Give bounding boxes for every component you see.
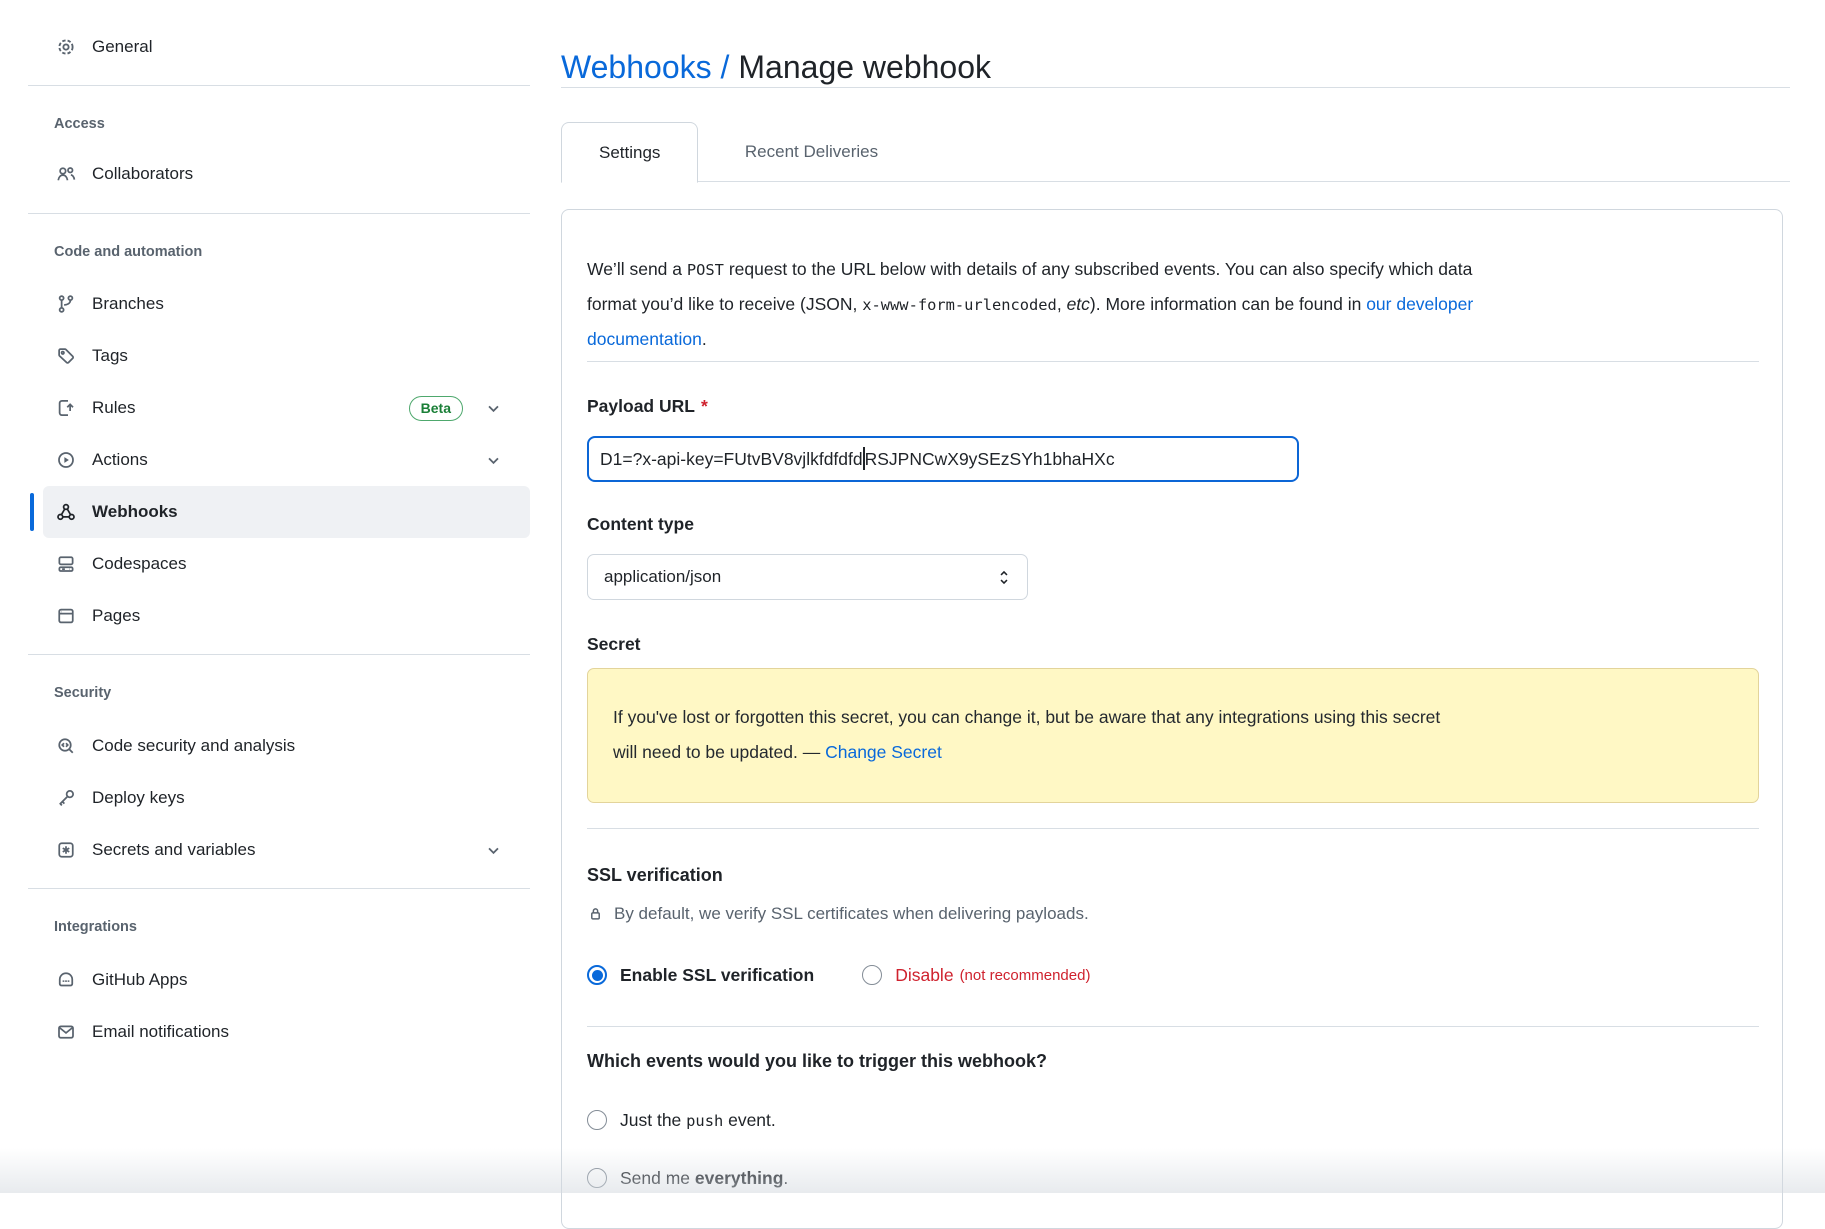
- sidebar-item-rules[interactable]: Rules Beta: [0, 382, 530, 434]
- ssl-verification-heading: SSL verification: [587, 862, 723, 888]
- ssl-note: By default, we verify SSL certificates w…: [587, 904, 1089, 924]
- disable-ssl-label[interactable]: Disable: [895, 965, 953, 986]
- page-title: Webhooks /Manage webhook: [561, 45, 991, 89]
- content-type-label: Content type: [587, 512, 694, 536]
- sidebar-divider: [28, 85, 530, 86]
- sidebar-item-label: Tags: [92, 346, 128, 366]
- sidebar-item-label: Rules: [92, 398, 135, 418]
- rules-icon: [55, 397, 77, 419]
- breadcrumb-webhooks-link[interactable]: Webhooks /: [561, 49, 729, 85]
- hubot-icon: [55, 969, 77, 991]
- sidebar-item-label: Deploy keys: [92, 788, 185, 808]
- lock-icon: [587, 904, 604, 924]
- sidebar-item-secrets-variables[interactable]: Secrets and variables: [0, 824, 530, 876]
- beta-badge: Beta: [409, 396, 463, 421]
- sidebar-divider: [28, 213, 530, 214]
- section-divider: [587, 828, 1759, 829]
- section-divider: [587, 361, 1759, 362]
- push-event-label[interactable]: Just the push event.: [620, 1110, 776, 1131]
- change-secret-link[interactable]: Change Secret: [825, 742, 942, 762]
- sidebar-section-code-automation: Code and automation: [0, 242, 530, 262]
- webhook-settings-panel: We’ll send a POST request to the URL bel…: [561, 209, 1783, 1229]
- enable-ssl-label[interactable]: Enable SSL verification: [620, 965, 814, 986]
- sidebar-item-pages[interactable]: Pages: [0, 590, 530, 642]
- events-question: Which events would you like to trigger t…: [587, 1048, 1047, 1074]
- sidebar-item-deploy-keys[interactable]: Deploy keys: [0, 772, 530, 824]
- disable-ssl-note: (not recommended): [960, 967, 1091, 984]
- chevron-down-icon: [485, 842, 502, 859]
- page-title-current: Manage webhook: [738, 49, 991, 85]
- sidebar-item-collaborators[interactable]: Collaborators: [0, 148, 530, 200]
- sidebar-divider: [28, 888, 530, 889]
- sidebar-divider: [28, 654, 530, 655]
- developer-docs-link[interactable]: documentation: [587, 329, 702, 349]
- payload-url-label: Payload URL*: [587, 394, 708, 418]
- main-content: Webhooks /Manage webhook Settings Recent…: [561, 0, 1790, 1193]
- developer-docs-link[interactable]: our developer: [1366, 294, 1473, 314]
- people-icon: [55, 163, 77, 185]
- sidebar-item-label: General: [92, 37, 152, 57]
- chevron-down-icon: [485, 452, 502, 469]
- section-divider: [587, 1026, 1759, 1027]
- sidebar-item-label: Email notifications: [92, 1022, 229, 1042]
- tab-recent-deliveries[interactable]: Recent Deliveries: [703, 122, 920, 182]
- sidebar-item-general[interactable]: General: [0, 21, 530, 73]
- secret-warning-box: If you've lost or forgotten this secret,…: [587, 668, 1759, 803]
- tab-bar: Settings Recent Deliveries: [561, 122, 1790, 182]
- sidebar-item-label: Pages: [92, 606, 140, 626]
- enable-ssl-radio[interactable]: [587, 965, 607, 985]
- sidebar-section-access: Access: [0, 114, 530, 134]
- event-option-push: Just the push event.: [587, 1105, 776, 1135]
- sidebar-item-label: Actions: [92, 450, 148, 470]
- selected-indicator: [30, 493, 34, 531]
- sidebar-item-label: Branches: [92, 294, 164, 314]
- sidebar-item-label: Secrets and variables: [92, 840, 255, 860]
- content-type-select[interactable]: application/json: [587, 554, 1028, 600]
- sidebar-item-email-notifications[interactable]: Email notifications: [0, 1006, 530, 1058]
- sidebar-item-tags[interactable]: Tags: [0, 330, 530, 382]
- sidebar-item-actions[interactable]: Actions: [0, 434, 530, 486]
- ssl-radio-group: Enable SSL verification Disable (not rec…: [587, 960, 1090, 990]
- disable-ssl-radio[interactable]: [862, 965, 882, 985]
- payload-url-input[interactable]: D1=?x-api-key=FUtvBV8vjlkfdfdfdRSJPNCwX9…: [587, 436, 1299, 482]
- chevron-down-icon: [485, 400, 502, 417]
- sidebar-item-code-security[interactable]: Code security and analysis: [0, 720, 530, 772]
- required-asterisk: *: [701, 396, 708, 416]
- everything-radio[interactable]: [587, 1168, 607, 1188]
- push-event-radio[interactable]: [587, 1110, 607, 1130]
- mail-icon: [55, 1021, 77, 1043]
- play-circle-icon: [55, 449, 77, 471]
- intro-text: We’ll send a POST request to the URL bel…: [587, 252, 1763, 356]
- sidebar-item-label: Collaborators: [92, 164, 193, 184]
- sidebar-section-integrations: Integrations: [0, 917, 530, 937]
- tag-icon: [55, 345, 77, 367]
- sidebar-item-branches[interactable]: Branches: [0, 278, 530, 330]
- event-option-everything: Send me everything.: [587, 1163, 788, 1193]
- everything-label[interactable]: Send me everything.: [620, 1168, 788, 1189]
- settings-sidebar: General Access Collaborators Code and au…: [0, 0, 530, 1193]
- browser-icon: [55, 605, 77, 627]
- select-arrows-icon: [997, 569, 1011, 586]
- webhook-icon: [55, 501, 77, 523]
- asterisk-box-icon: [55, 839, 77, 861]
- sidebar-item-github-apps[interactable]: GitHub Apps: [0, 954, 530, 1006]
- title-divider: [561, 87, 1790, 88]
- gear-icon: [55, 36, 77, 58]
- codescan-icon: [55, 735, 77, 757]
- sidebar-section-security: Security: [0, 683, 530, 703]
- codespaces-icon: [55, 553, 77, 575]
- sidebar-item-label: Codespaces: [92, 554, 187, 574]
- tab-settings[interactable]: Settings: [561, 122, 698, 183]
- sidebar-item-label: Webhooks: [92, 502, 178, 522]
- sidebar-item-label: GitHub Apps: [92, 970, 187, 990]
- sidebar-item-label: Code security and analysis: [92, 736, 295, 756]
- git-branch-icon: [55, 293, 77, 315]
- sidebar-item-codespaces[interactable]: Codespaces: [0, 538, 530, 590]
- key-icon: [55, 787, 77, 809]
- sidebar-item-webhooks[interactable]: Webhooks: [43, 486, 530, 538]
- secret-label: Secret: [587, 632, 641, 656]
